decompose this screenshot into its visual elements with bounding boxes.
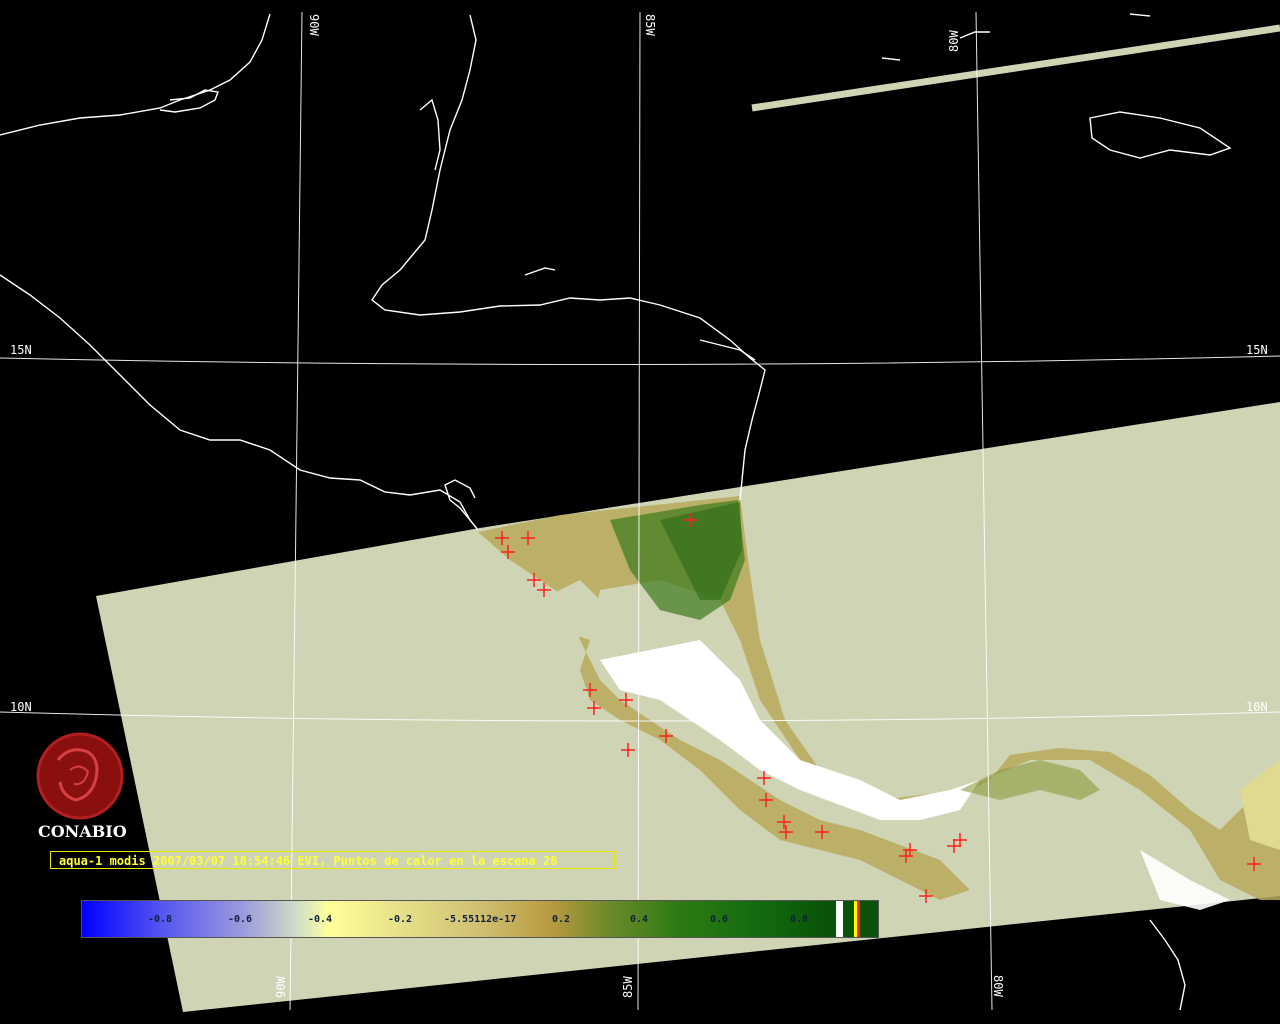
lat-label-right-15n: 15N	[1246, 343, 1268, 357]
colorbar-tick: 0.6	[710, 914, 729, 925]
colorbar-hotspot-swatch	[857, 901, 860, 937]
colorbar-tick: -5.55112e-17	[444, 914, 517, 925]
colorbar-tick: 0.8	[790, 914, 809, 925]
lat-label-left-15n: 15N	[10, 343, 32, 357]
lon-label-top-80w: 80W	[947, 30, 961, 52]
lon-label-bottom-90w: 90W	[274, 976, 288, 998]
conabio-logo-emblem	[36, 732, 124, 820]
lon-label-bottom-80w: 80W	[991, 975, 1005, 997]
colorbar-tick: -0.2	[388, 914, 413, 925]
lat-label-right-10n: 10N	[1246, 700, 1268, 714]
colorbar-tick: 0.4	[630, 914, 649, 925]
conabio-logo-text: CONABIO	[38, 822, 127, 841]
colorbar-tick: -0.4	[308, 914, 333, 925]
lat-label-left-10n: 10N	[10, 700, 32, 714]
lon-label-top-85w: 85W	[643, 14, 657, 36]
colorbar-tick: 0.2	[552, 914, 571, 925]
scene-caption: aqua-1 modis 2007/03/07 18:54:46 EVI, Pu…	[50, 851, 615, 869]
colorbar-tick: -0.8	[148, 914, 173, 925]
colorbar-tick: -0.6	[228, 914, 253, 925]
lon-label-top-90w: 90W	[307, 14, 321, 36]
colorbar-cloud-swatch	[836, 901, 843, 937]
lon-label-bottom-85w: 85W	[621, 976, 635, 998]
evi-colorbar: -0.8 -0.6 -0.4 -0.2 -5.55112e-17 0.2 0.4…	[81, 900, 879, 938]
satellite-map: 90W 85W 80W 90W 85W 80W 15N 10N 15N 10N	[0, 0, 1280, 1024]
